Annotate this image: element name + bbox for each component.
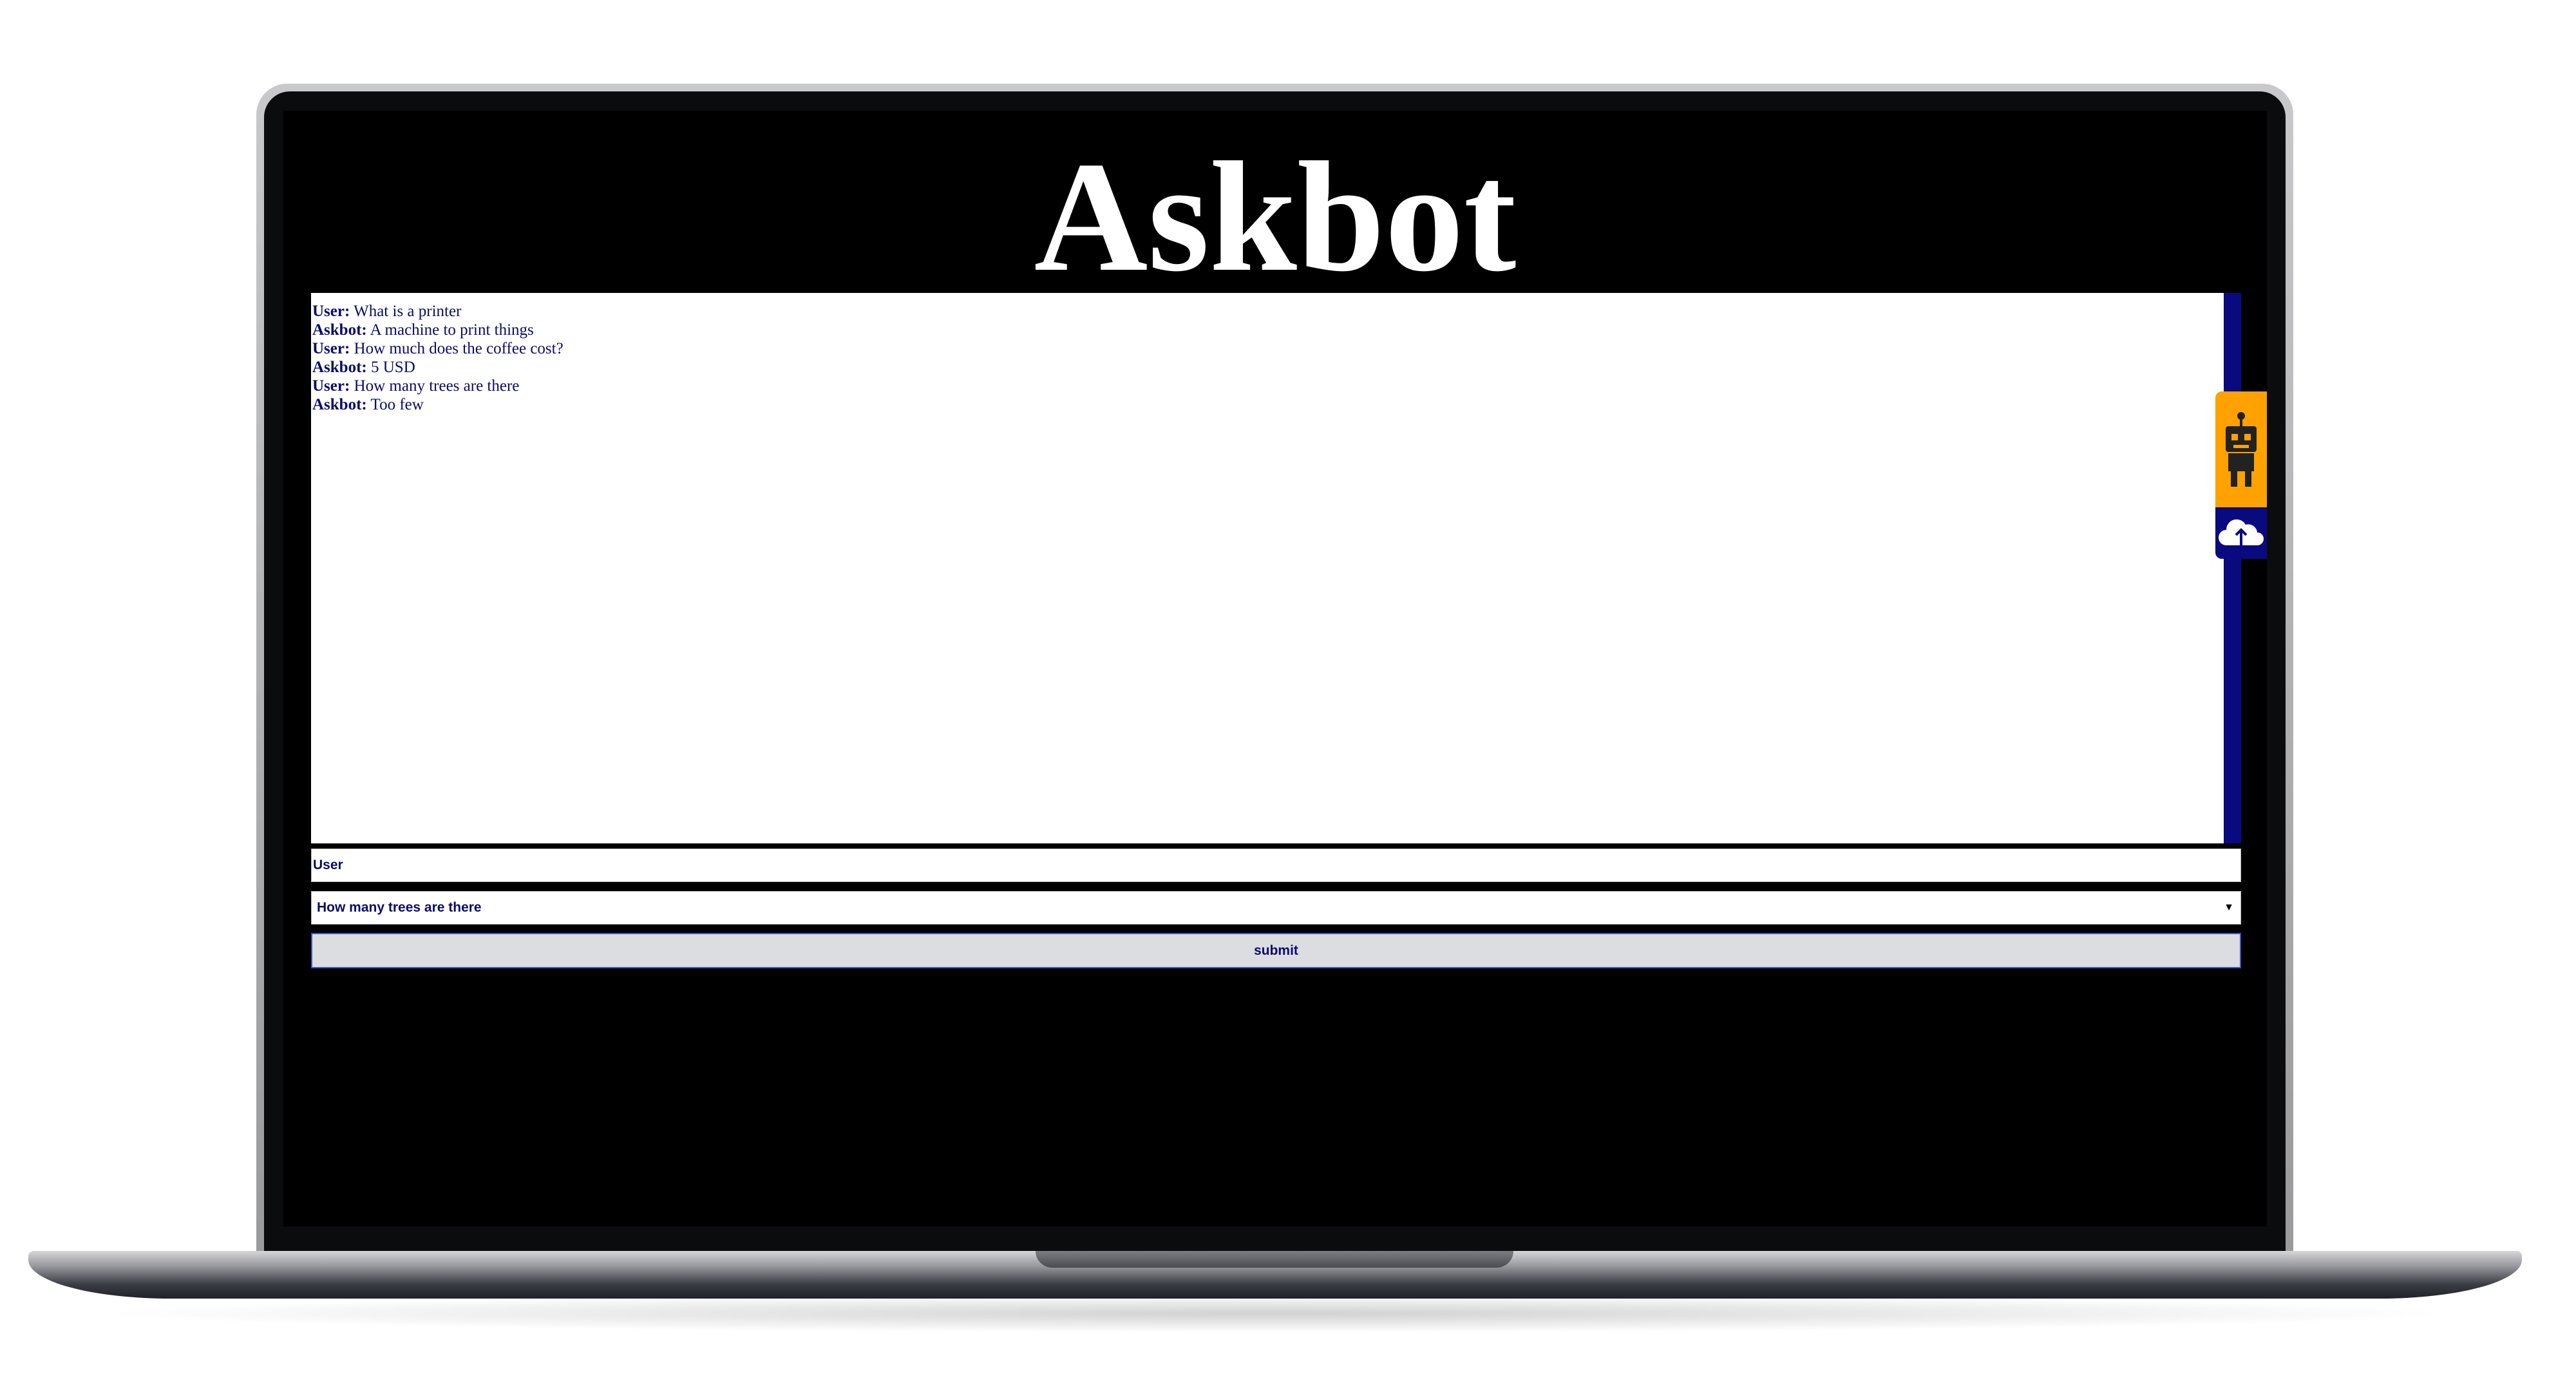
submit-button[interactable]: submit [311, 933, 2241, 968]
chat-speaker: Askbot: [312, 396, 367, 413]
robot-icon [2226, 412, 2257, 487]
chat-text: Too few [366, 396, 424, 413]
chat-log[interactable]: User: What is a printer Askbot: A machin… [311, 293, 2224, 843]
chat-speaker: User: [312, 303, 350, 320]
chat-message: User: How much does the coffee cost? [312, 339, 2222, 358]
chat-message: Askbot: A machine to print things [312, 321, 2222, 339]
question-select-value: How many trees are there [317, 900, 482, 915]
chat-speaker: User: [312, 377, 350, 395]
chat-text: 5 USD [366, 359, 415, 376]
chat-text: How many trees are there [350, 377, 520, 395]
cloud-upload-icon [2219, 519, 2264, 548]
name-input[interactable]: User [311, 849, 2241, 882]
dropdown-arrow-icon: ▼ [2224, 902, 2234, 913]
page-title: Askbot [1034, 129, 1517, 304]
chat-speaker: Askbot: [312, 359, 367, 376]
question-select[interactable]: How many trees are there ▼ [311, 891, 2241, 925]
side-widget [2215, 391, 2267, 559]
upload-widget-button[interactable] [2215, 507, 2267, 559]
chat-message: User: How many trees are there [312, 377, 2222, 395]
laptop-screen: Askbot User: What is a printer Askbot: A… [283, 111, 2267, 1226]
chat-scrollbar[interactable] [2224, 293, 2241, 843]
chat-speaker: Askbot: [312, 321, 367, 339]
chat-text: What is a printer [350, 303, 462, 320]
laptop-shadow [90, 1294, 2460, 1333]
chat-text: A machine to print things [366, 321, 534, 339]
robot-widget-button[interactable] [2215, 391, 2267, 507]
chat-message: Askbot: Too few [312, 395, 2222, 414]
chat-text: How much does the coffee cost? [350, 340, 564, 357]
chat-message: User: What is a printer [312, 302, 2222, 321]
laptop-notch [1036, 1251, 1513, 1268]
chat-speaker: User: [312, 340, 350, 357]
chat-message: Askbot: 5 USD [312, 358, 2222, 377]
